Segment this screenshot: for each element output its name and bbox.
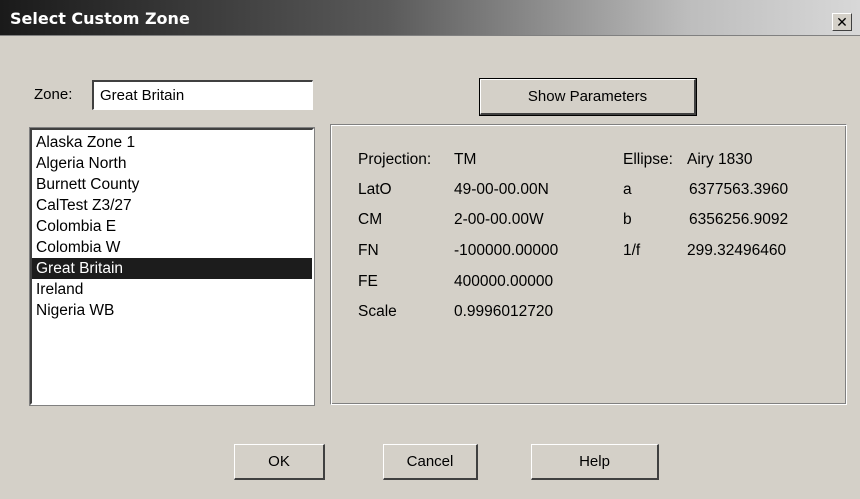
list-item[interactable]: Algeria North (32, 153, 312, 174)
list-item-selected[interactable]: Great Britain (32, 258, 312, 279)
title-bar: Select Custom Zone ✕ (0, 0, 860, 36)
help-button[interactable]: Help (531, 444, 659, 480)
zone-input[interactable] (92, 80, 313, 110)
a-value: 6377563.3960 (689, 181, 789, 198)
cm-value: 2-00-00.00W (454, 211, 544, 228)
ellipse-label: Ellipse: (623, 151, 673, 168)
b-label: b (623, 211, 632, 228)
scale-label: Scale (358, 303, 397, 320)
cm-label: CM (358, 211, 383, 228)
list-item[interactable]: Burnett County (32, 174, 312, 195)
fn-value: -100000.00000 (454, 242, 559, 259)
list-item[interactable]: Colombia E (32, 216, 312, 237)
lat0-value: 49-00-00.00N (454, 181, 549, 198)
parameters-panel: Projection: TM LatO 49-00-00.00N CM 2-00… (330, 124, 847, 405)
fn-label: FN (358, 242, 379, 259)
cancel-button[interactable]: Cancel (383, 444, 478, 480)
scale-value: 0.9996012720 (454, 303, 554, 320)
zone-label: Zone: (34, 86, 73, 103)
ellipse-value: Airy 1830 (687, 151, 753, 168)
close-button[interactable]: ✕ (832, 13, 852, 31)
show-parameters-button[interactable]: Show Parameters (480, 79, 696, 115)
zone-list[interactable]: Alaska Zone 1 Algeria North Burnett Coun… (30, 128, 314, 405)
projection-value: TM (454, 151, 477, 168)
inv-f-label: 1/f (623, 242, 641, 259)
close-icon: ✕ (836, 14, 848, 30)
list-item[interactable]: Alaska Zone 1 (32, 132, 312, 153)
a-label: a (623, 181, 632, 198)
fe-label: FE (358, 273, 378, 290)
list-item[interactable]: Ireland (32, 279, 312, 300)
ok-button[interactable]: OK (234, 444, 325, 480)
list-item[interactable]: Nigeria WB (32, 300, 312, 321)
window-title: Select Custom Zone (10, 9, 190, 28)
b-value: 6356256.9092 (689, 211, 789, 228)
lat0-label: LatO (358, 181, 392, 198)
projection-label: Projection: (358, 151, 432, 168)
list-item[interactable]: CalTest Z3/27 (32, 195, 312, 216)
fe-value: 400000.00000 (454, 273, 554, 290)
list-item[interactable]: Colombia W (32, 237, 312, 258)
inv-f-value: 299.32496460 (687, 242, 787, 259)
